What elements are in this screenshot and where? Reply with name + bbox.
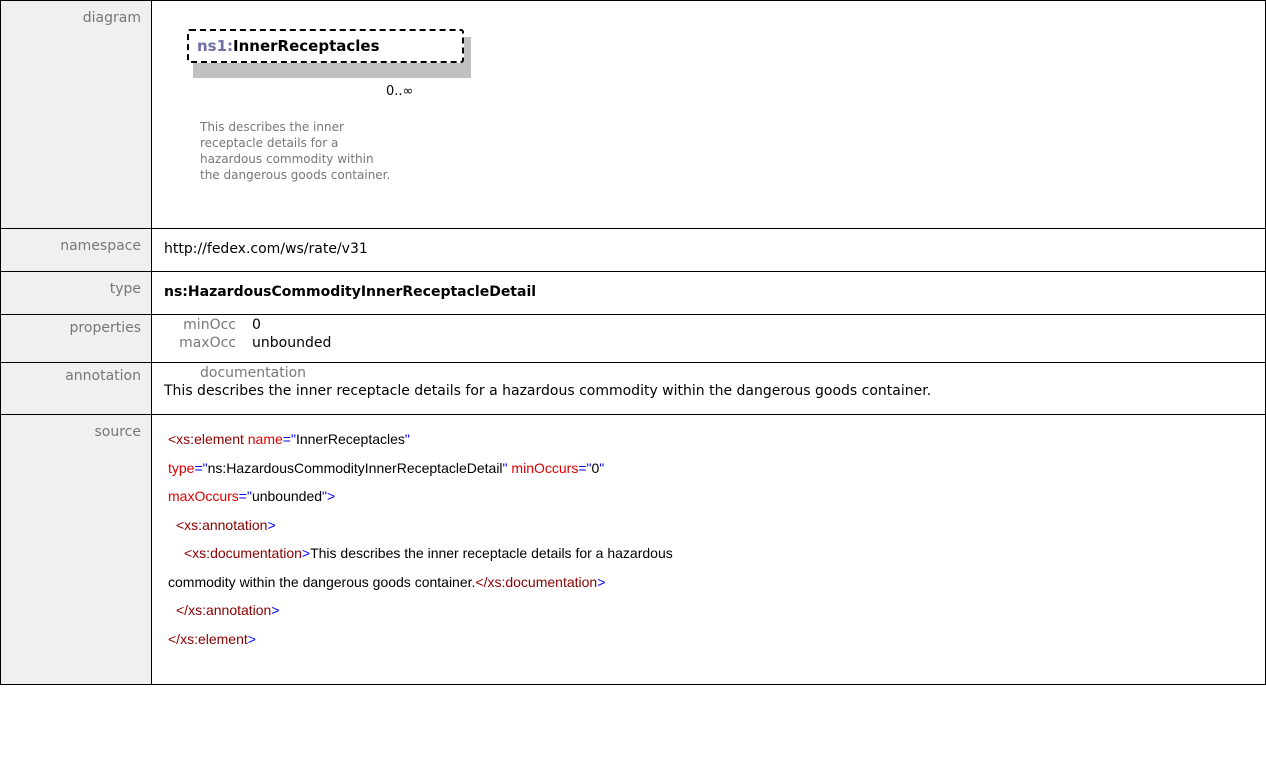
source-label: source: [0, 414, 152, 685]
diagram-doc-line: the dangerous goods container.: [200, 168, 391, 182]
type-row: type ns:HazardousCommodityInnerReceptacl…: [0, 271, 1266, 315]
source-line: <xs:documentation>This describes the inn…: [184, 545, 673, 561]
documentation-text: This describes the inner receptacle deta…: [164, 383, 932, 399]
annotation-row: annotation documentation This describes …: [0, 362, 1266, 415]
namespace-row: namespace http://fedex.com/ws/rate/v31: [0, 228, 1266, 272]
type-value[interactable]: ns:HazardousCommodityInnerReceptacleDeta…: [151, 271, 1266, 315]
min-occ-key: minOcc: [183, 317, 236, 333]
properties-cell: minOcc 0 maxOcc unbounded: [151, 314, 1266, 363]
source-line: <xs:annotation>: [176, 516, 276, 533]
source-line: commodity within the dangerous goods con…: [168, 573, 606, 590]
element-box-innerreceptacles[interactable]: ns1:InnerReceptacles: [187, 29, 464, 63]
properties-list: minOcc 0 maxOcc unbounded: [164, 316, 331, 352]
diagram-cell: ns1:InnerReceptacles 0..∞ This describes…: [151, 0, 1266, 229]
diagram-doc-line: hazardous commodity within: [200, 152, 374, 166]
source-line: <xs:element name="InnerReceptacles": [168, 431, 410, 447]
cardinality-label: 0..∞: [386, 84, 414, 99]
type-label: type: [0, 271, 152, 315]
element-properties-table: diagram ns1:InnerReceptacles 0..∞ This d…: [0, 0, 1266, 685]
source-row: source <xs:element name="InnerReceptacle…: [0, 414, 1266, 685]
diagram-label: diagram: [0, 0, 152, 229]
diagram-row: diagram ns1:InnerReceptacles 0..∞ This d…: [0, 0, 1266, 229]
source-line: maxOccurs="unbounded">: [168, 488, 336, 504]
source-code: <xs:element name="InnerReceptacles" type…: [151, 414, 1266, 685]
schema-diagram: ns1:InnerReceptacles 0..∞ This describes…: [152, 1, 1265, 228]
element-namespace-prefix: ns1: [197, 37, 228, 55]
annotation-cell: documentation This describes the inner r…: [151, 362, 1266, 415]
source-line: </xs:annotation>: [176, 602, 280, 618]
annotation-label: annotation: [0, 362, 152, 415]
max-occ-key: maxOcc: [179, 335, 236, 351]
namespace-value: http://fedex.com/ws/rate/v31: [151, 228, 1266, 272]
source-line: type="ns:HazardousCommodityInnerReceptac…: [168, 459, 605, 476]
diagram-doc-line: receptacle details for a: [200, 136, 339, 150]
namespace-label: namespace: [0, 228, 152, 272]
min-occ-value: 0: [252, 317, 261, 333]
max-occ-value: unbounded: [252, 335, 332, 351]
documentation-key: documentation: [200, 365, 307, 381]
element-name: InnerReceptacles: [233, 37, 380, 55]
diagram-documentation: This describes the inner receptacle deta…: [200, 119, 410, 183]
properties-label: properties: [0, 314, 152, 363]
diagram-doc-line: This describes the inner: [200, 120, 344, 134]
properties-row: properties minOcc 0 maxOcc unbounded: [0, 314, 1266, 363]
source-line: </xs:element>: [168, 630, 256, 647]
